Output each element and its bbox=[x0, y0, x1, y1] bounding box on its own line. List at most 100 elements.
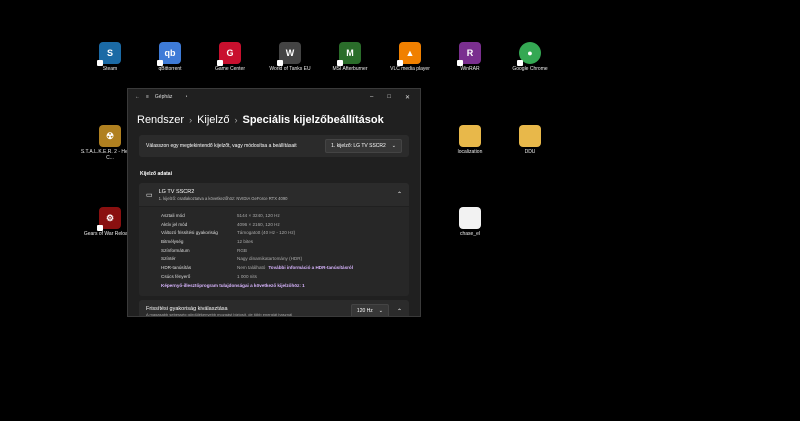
desktop-shortcut-label: MSI Afterburner bbox=[332, 66, 368, 72]
qbittorrent-icon: qb bbox=[157, 42, 181, 66]
desktop-shortcut-label: DDU bbox=[524, 149, 536, 155]
refresh-rate-row: Frissítési gyakoriság kiválasztása A mag… bbox=[139, 300, 409, 317]
shortcut-arrow-icon bbox=[337, 60, 343, 66]
shortcut-arrow-icon bbox=[277, 60, 283, 66]
display-info-row: Színtér Nagy dinamikatartomány (HDR) bbox=[161, 254, 409, 263]
display-subtitle: 1. kijelző: csatlakoztatva a következőhö… bbox=[158, 195, 288, 201]
chevron-down-icon: ⌄ bbox=[378, 308, 383, 315]
adapter-properties-link[interactable]: Képernyő-illesztőprogram tulajdonságai a… bbox=[161, 283, 305, 288]
gears-of-war-icon: ⚙ bbox=[97, 207, 121, 231]
display-info-key: Színformátum bbox=[161, 247, 190, 253]
folder-icon bbox=[519, 125, 541, 147]
chrome-icon: ● bbox=[517, 42, 541, 66]
minimize-button[interactable]: – bbox=[370, 94, 373, 101]
desktop-shortcut[interactable]: ▲ VLC media player bbox=[380, 42, 440, 72]
desktop-shortcut-label: VLC media player bbox=[390, 66, 430, 72]
display-info-row: Asztali mód 5144 × 3240, 120 Hz bbox=[161, 211, 409, 220]
page-title: Speciális kijelzőbeállítások bbox=[242, 114, 384, 126]
shortcut-arrow-icon bbox=[97, 60, 103, 66]
settings-gear-icon: ◔ bbox=[184, 94, 188, 100]
desktop-shortcut-label: localization bbox=[457, 149, 483, 155]
desktop-shortcut-label: Steam bbox=[102, 66, 118, 72]
display-dropdown[interactable]: 1. kijelző: LG TV SSCR2 ⌄ bbox=[325, 139, 402, 153]
shortcut-arrow-icon bbox=[457, 60, 463, 66]
desktop-shortcut[interactable]: G Game Center bbox=[200, 42, 260, 72]
display-info-row: Aktív jel mód 4096 × 2160, 120 Hz bbox=[161, 220, 409, 229]
display-info-key: Csúcs fényerő bbox=[161, 273, 191, 279]
display-info-value: 4096 × 2160, 120 Hz bbox=[237, 221, 280, 227]
desktop-shortcut-label: Game Center bbox=[214, 66, 245, 72]
display-info-value: Támogatott (40 Hz - 120 Hz) bbox=[237, 230, 296, 236]
desktop-shortcut-label: World of Tanks EU bbox=[269, 66, 311, 72]
close-button[interactable]: ✕ bbox=[405, 94, 410, 101]
file-icon bbox=[459, 207, 481, 229]
breadcrumb-kijelzo[interactable]: Kijelző bbox=[197, 114, 229, 126]
app-name: Gépház bbox=[154, 94, 173, 100]
breadcrumb: Rendszer › Kijelző › Speciális kijelzőbe… bbox=[128, 105, 420, 131]
desktop-shortcut-label: chase_el bbox=[459, 231, 480, 237]
display-info-value: 12 bites bbox=[237, 238, 254, 244]
breadcrumb-rendszer[interactable]: Rendszer bbox=[137, 114, 184, 126]
game-center-icon: G bbox=[217, 42, 241, 66]
display-info-key: Asztali mód bbox=[161, 212, 185, 218]
chevron-up-icon[interactable]: ⌃ bbox=[397, 191, 402, 198]
menu-icon[interactable]: ≡ bbox=[146, 94, 149, 100]
display-info-key: Színtér bbox=[161, 256, 176, 262]
hdr-info-link[interactable]: További információ a HDR-tanúsításról bbox=[268, 265, 353, 270]
desktop-shortcut[interactable]: localization bbox=[440, 125, 500, 155]
display-info-row: Változó frissítési gyakoriság Támogatott … bbox=[161, 228, 409, 237]
desktop-shortcut[interactable]: M MSI Afterburner bbox=[320, 42, 380, 72]
breadcrumb-separator: › bbox=[189, 115, 193, 125]
refresh-rate-dropdown[interactable]: 120 Hz ⌄ bbox=[350, 304, 389, 316]
monitor-icon: ▭ bbox=[146, 191, 153, 199]
desktop-shortcut-label: WinRAR bbox=[460, 66, 480, 72]
display-info-key: HDR-tanúsítás bbox=[161, 264, 192, 270]
display-info-value: Nem található bbox=[237, 264, 266, 270]
world-of-tanks-icon: W bbox=[277, 42, 301, 66]
display-name: LG TV SSCR2 bbox=[158, 188, 195, 195]
display-info-value: 5144 × 3240, 120 Hz bbox=[237, 212, 280, 218]
chevron-down-icon: ⌄ bbox=[391, 143, 396, 149]
winrar-icon: R bbox=[457, 42, 481, 66]
title-bar: ← ≡ Gépház ◔ – □ ✕ bbox=[128, 89, 420, 105]
display-info-row: Színformátum RGB bbox=[161, 246, 409, 255]
display-info-key: Változó frissítési gyakoriság bbox=[161, 230, 218, 236]
display-info-value: Nagy dinamikatartomány (HDR) bbox=[237, 256, 303, 262]
shortcut-arrow-icon bbox=[217, 60, 223, 66]
display-info-value: RGB bbox=[237, 247, 247, 253]
refresh-rate-value: 120 Hz bbox=[356, 308, 373, 315]
desktop-shortcut-label: qBittorrent bbox=[158, 66, 182, 72]
display-info-key: Aktív jel mód bbox=[161, 221, 188, 227]
display-info-row: Csúcs fényerő 1 000 nits bbox=[161, 272, 409, 281]
back-arrow-icon[interactable]: ← bbox=[135, 94, 140, 100]
display-card-header[interactable]: ▭ LG TV SSCR2 1. kijelző: csatlakoztatva… bbox=[139, 183, 409, 206]
desktop-shortcut[interactable]: W World of Tanks EU bbox=[260, 42, 320, 72]
shortcut-arrow-icon bbox=[97, 225, 103, 231]
display-card-body: Asztali mód 5144 × 3240, 120 Hz Aktív jel … bbox=[139, 207, 409, 297]
display-select-row: Válasszon egy megtekintendő kijelzőt, va… bbox=[139, 135, 409, 157]
display-info-row: Bitmélység 12 bites bbox=[161, 237, 409, 246]
display-info-value: 1 000 nits bbox=[237, 273, 257, 279]
desktop-shortcut[interactable]: S Steam bbox=[80, 42, 140, 72]
desktop-shortcut[interactable]: qb qBittorrent bbox=[140, 42, 200, 72]
settings-window: ← ≡ Gépház ◔ – □ ✕ Rendszer › Kijelző › … bbox=[127, 88, 421, 317]
desktop-shortcut[interactable]: ● Google Chrome bbox=[500, 42, 560, 72]
msi-afterburner-icon: M bbox=[337, 42, 361, 66]
display-dropdown-value: 1. kijelző: LG TV SSCR2 bbox=[331, 143, 386, 149]
desktop-shortcut[interactable]: DDU bbox=[500, 125, 560, 155]
vlc-icon: ▲ bbox=[397, 42, 421, 66]
stalker-icon: ☢ bbox=[99, 125, 121, 147]
shortcut-arrow-icon bbox=[517, 60, 523, 66]
refresh-rate-subtitle: A magasabb sebesség gördülékenyebb mozgá… bbox=[146, 311, 293, 317]
desktop-shortcut[interactable]: R WinRAR bbox=[440, 42, 500, 72]
maximize-button[interactable]: □ bbox=[387, 94, 391, 101]
folder-icon bbox=[459, 125, 481, 147]
shortcut-arrow-icon bbox=[157, 60, 163, 66]
breadcrumb-separator: › bbox=[234, 115, 238, 125]
display-info-key: Bitmélység bbox=[161, 238, 184, 244]
section-title: Kijelző adatai bbox=[140, 171, 172, 177]
shortcut-arrow-icon bbox=[397, 60, 403, 66]
display-info-row: HDR-tanúsítás Nem található További inform… bbox=[161, 263, 409, 272]
desktop-shortcut[interactable]: chase_el bbox=[440, 207, 500, 237]
chevron-up-icon[interactable]: ⌃ bbox=[397, 308, 402, 315]
